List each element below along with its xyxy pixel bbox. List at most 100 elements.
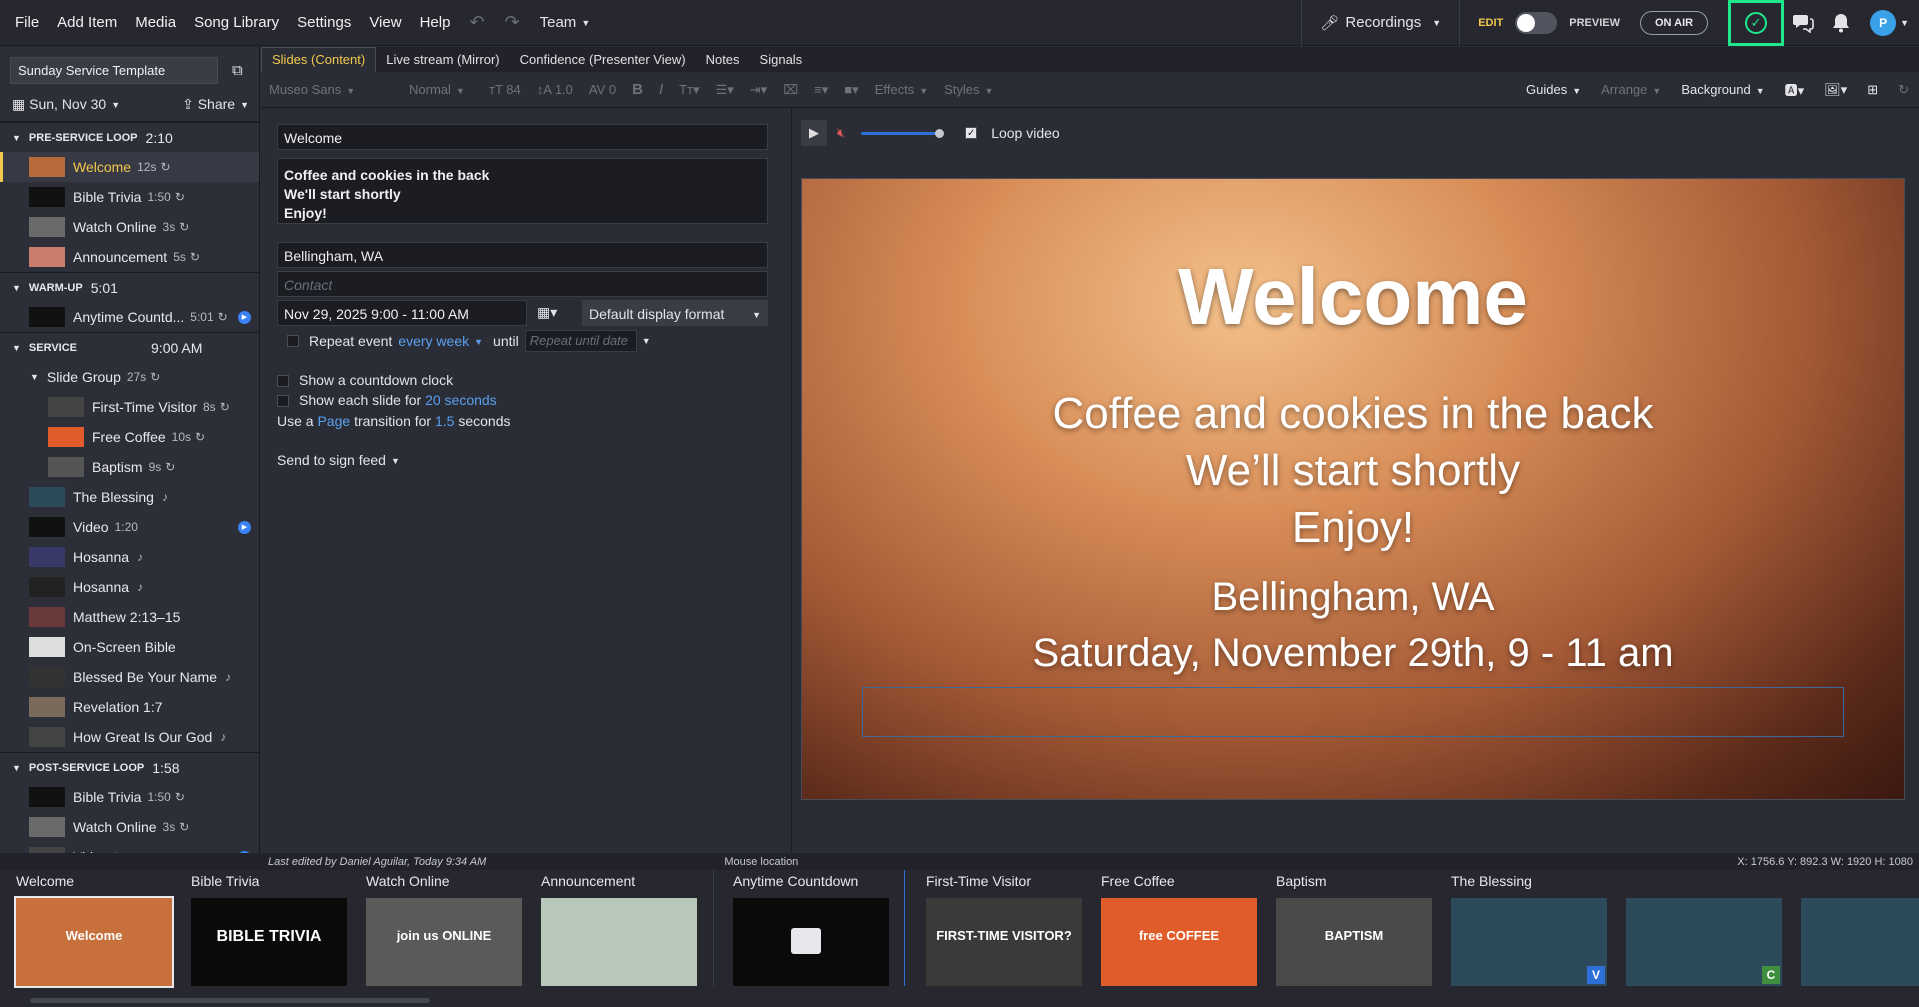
- clear-format-icon[interactable]: ⌧: [775, 82, 806, 98]
- filmstrip-card[interactable]: Bible Trivia BIBLE TRIVIA: [185, 870, 347, 986]
- collapse-triangle-icon[interactable]: ▼: [12, 133, 21, 143]
- repeat-checkbox[interactable]: [287, 335, 299, 347]
- styles-dropdown[interactable]: Styles ▼: [936, 82, 1001, 97]
- team-dropdown[interactable]: Team ▼: [530, 14, 601, 31]
- italic-icon[interactable]: I: [651, 81, 671, 98]
- filmstrip-card[interactable]: [1795, 870, 1919, 986]
- repeat-until-field[interactable]: Repeat until date: [524, 330, 637, 352]
- avatar-chevron-down-icon[interactable]: ▼: [1900, 18, 1909, 28]
- filmstrip-card[interactable]: C: [1620, 870, 1782, 986]
- list-item[interactable]: Hosanna ♪: [0, 572, 259, 602]
- undo-icon[interactable]: ↶: [459, 12, 494, 33]
- bell-icon[interactable]: [1822, 0, 1860, 46]
- datetime-field[interactable]: Nov 29, 2025 9:00 - 11:00 AM: [277, 300, 527, 326]
- list-item[interactable]: On-Screen Bible: [0, 632, 259, 662]
- repeat-frequency-dropdown[interactable]: every week ▼: [398, 333, 483, 349]
- tab-confidence[interactable]: Confidence (Presenter View): [510, 48, 696, 72]
- arrange-dropdown[interactable]: Arrange ▼: [1591, 82, 1671, 97]
- list-item[interactable]: Bible Trivia 1:50 ↻: [0, 782, 259, 812]
- loop-video-checkbox[interactable]: ✓: [965, 127, 978, 139]
- tab-notes[interactable]: Notes: [696, 48, 750, 72]
- line-height-stepper[interactable]: ↕A 1.0: [529, 82, 581, 97]
- bold-icon[interactable]: B: [624, 81, 651, 98]
- list-item[interactable]: Free Coffee 10s ↻: [0, 422, 259, 452]
- list-item[interactable]: Revelation 1:7: [0, 692, 259, 722]
- countdown-checkbox[interactable]: [277, 375, 289, 388]
- on-air-button[interactable]: ON AIR: [1639, 10, 1709, 35]
- filmstrip-card[interactable]: Announcement: [535, 870, 697, 986]
- volume-slider[interactable]: [861, 128, 945, 138]
- display-format-select[interactable]: Default display format ▼: [582, 300, 768, 326]
- recordings-dropdown[interactable]: 🎤︎ Recordings ▼: [1302, 14, 1459, 32]
- background-dropdown[interactable]: Background ▼: [1671, 82, 1774, 97]
- filmstrip-card[interactable]: The Blessing V: [1445, 870, 1607, 986]
- new-window-icon[interactable]: ⧉: [232, 62, 243, 79]
- section-header[interactable]: ▼ POST-SERVICE LOOP 1:58: [0, 752, 259, 782]
- collapse-triangle-icon[interactable]: ▼: [12, 283, 21, 293]
- image-icon[interactable]: 🖼︎▾: [1814, 82, 1857, 98]
- list-item[interactable]: Video 1:20 ▶: [0, 512, 259, 542]
- filmstrip-card[interactable]: First-Time Visitor FIRST-TIME VISITOR?: [920, 870, 1082, 986]
- menu-help[interactable]: Help: [411, 14, 460, 31]
- list-item[interactable]: First-Time Visitor 8s ↻: [0, 392, 259, 422]
- filmstrip-card[interactable]: Free Coffee free COFFEE: [1095, 870, 1257, 986]
- sync-check-button[interactable]: ✓: [1728, 0, 1785, 46]
- list-item[interactable]: Hosanna ♪: [0, 542, 259, 572]
- calendar-picker-icon[interactable]: ▦▾: [537, 304, 557, 321]
- filmstrip-card[interactable]: Welcome Welcome: [10, 870, 174, 988]
- menu-settings[interactable]: Settings: [288, 14, 360, 31]
- menu-song-library[interactable]: Song Library: [185, 14, 288, 31]
- until-chevron-down-icon[interactable]: ▼: [642, 336, 651, 346]
- play-icon[interactable]: ▶: [801, 120, 827, 146]
- menu-view[interactable]: View: [360, 14, 410, 31]
- mute-icon[interactable]: 🔇︎: [837, 125, 845, 141]
- refresh-icon[interactable]: ↻: [1888, 82, 1919, 98]
- list-item[interactable]: Watch Online 3s ↻: [0, 212, 259, 242]
- filmstrip-card[interactable]: Watch Online join us ONLINE: [360, 870, 522, 986]
- empty-text-box[interactable]: [862, 687, 1844, 737]
- sign-feed-dropdown[interactable]: Send to sign feed ▼: [277, 452, 400, 468]
- section-header[interactable]: ▼ WARM-UP 5:01: [0, 272, 259, 302]
- tab-live[interactable]: Live stream (Mirror): [376, 48, 509, 72]
- font-family-select[interactable]: Museo Sans ▼: [261, 82, 401, 97]
- filmstrip-card[interactable]: Baptism BAPTISM: [1270, 870, 1432, 986]
- list-item[interactable]: Watch Online 3s ↻: [0, 812, 259, 842]
- edit-preview-toggle[interactable]: [1515, 11, 1558, 34]
- title-field[interactable]: Welcome: [277, 124, 768, 150]
- section-header[interactable]: ▼ PRE-SERVICE LOOP 2:10: [0, 122, 259, 152]
- text-case-icon[interactable]: Tт▾: [671, 82, 707, 98]
- template-name-field[interactable]: Sunday Service Template: [10, 57, 218, 84]
- collapse-triangle-icon[interactable]: ▼: [30, 372, 39, 382]
- menu-media[interactable]: Media: [126, 14, 185, 31]
- slide-canvas[interactable]: Welcome Coffee and cookies in the back W…: [801, 178, 1905, 800]
- letter-spacing-stepper[interactable]: AV 0: [581, 82, 624, 97]
- menu-add-item[interactable]: Add Item: [48, 14, 126, 31]
- collapse-triangle-icon[interactable]: ▼: [12, 343, 21, 353]
- indent-icon[interactable]: ⇥▾: [742, 82, 775, 98]
- tab-slides[interactable]: Slides (Content): [261, 47, 377, 72]
- collapse-triangle-icon[interactable]: ▼: [12, 763, 21, 773]
- date-dropdown[interactable]: ▦ Sun, Nov 30 ▼: [12, 96, 120, 113]
- slide-seconds-link[interactable]: 20 seconds: [425, 392, 497, 408]
- menu-file[interactable]: File: [6, 14, 48, 31]
- grid-icon[interactable]: ⊞: [1857, 82, 1888, 98]
- effects-dropdown[interactable]: Effects ▼: [867, 82, 936, 97]
- filmstrip-card[interactable]: Anytime Countdown Rd2: [727, 870, 889, 986]
- list-item[interactable]: Matthew 2:13–15: [0, 602, 259, 632]
- contact-field[interactable]: Contact: [277, 271, 768, 297]
- list-item[interactable]: Baptism 9s ↻: [0, 452, 259, 482]
- share-dropdown[interactable]: ⇪ Share ▼: [182, 96, 249, 113]
- location-field[interactable]: Bellingham, WA: [277, 242, 768, 268]
- list-item[interactable]: How Great Is Our God ♪: [0, 722, 259, 752]
- slide-duration-checkbox[interactable]: [277, 395, 289, 408]
- list-item[interactable]: ▼ Slide Group 27s ↻: [0, 362, 259, 392]
- redo-icon[interactable]: ↷: [495, 12, 530, 33]
- list-item[interactable]: Blessed Be Your Name ♪: [0, 662, 259, 692]
- body-textarea[interactable]: Coffee and cookies in the back We'll sta…: [277, 158, 768, 224]
- list-item[interactable]: Bible Trivia 1:50 ↻: [0, 182, 259, 212]
- filmstrip-scrollbar[interactable]: [30, 998, 430, 1003]
- transition-seconds-link[interactable]: 1.5: [435, 413, 454, 429]
- tab-signals[interactable]: Signals: [750, 48, 813, 72]
- align-icon[interactable]: ≡▾: [806, 82, 836, 98]
- guides-dropdown[interactable]: Guides ▼: [1516, 82, 1591, 97]
